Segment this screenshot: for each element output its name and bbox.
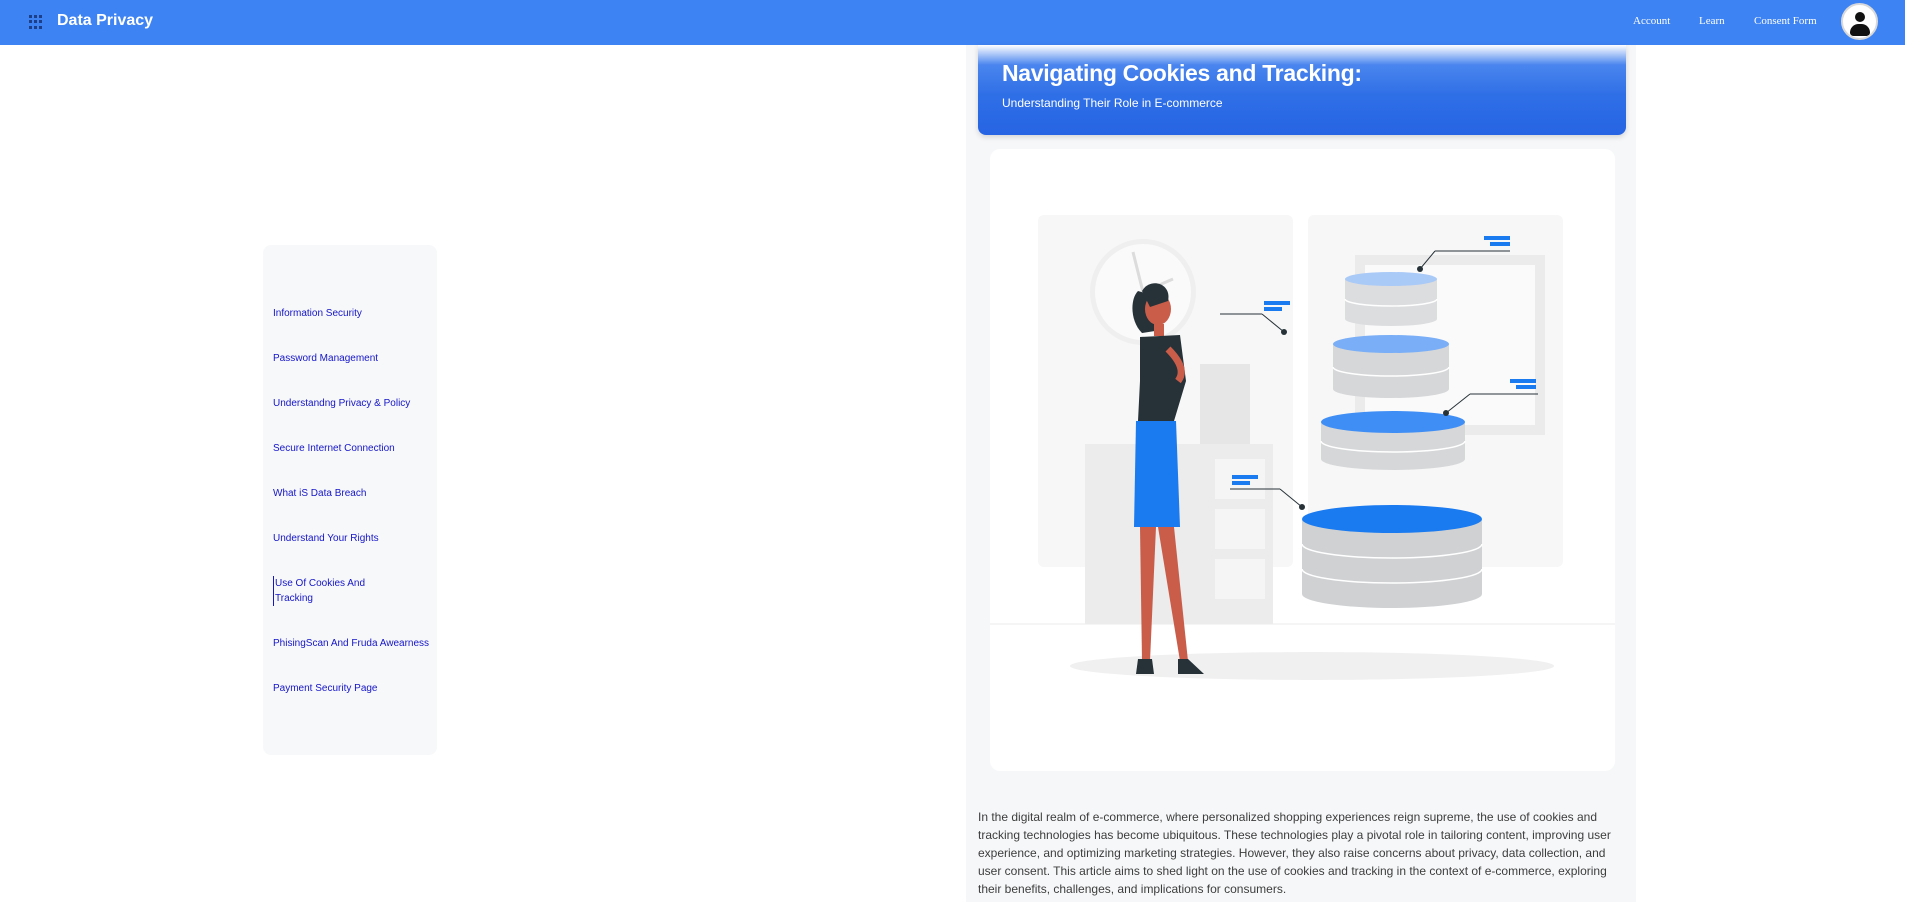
sidebar-item-cookies-tracking[interactable]: Use Of Cookies And Tracking xyxy=(273,576,373,606)
hero-banner xyxy=(978,45,1626,135)
sidebar-item-information-security[interactable]: Information Security xyxy=(273,306,362,321)
page-subtitle: Understanding Their Role in E-commerce xyxy=(1002,96,1223,110)
article-body: In the digital realm of e-commerce, wher… xyxy=(978,810,1611,896)
brand-title[interactable]: Data Privacy xyxy=(57,12,153,30)
sidebar: Information Security Password Management… xyxy=(263,245,437,755)
nav-link-account[interactable]: Account xyxy=(1633,15,1670,27)
apps-grid-icon[interactable] xyxy=(29,15,43,29)
sidebar-item-payment-security[interactable]: Payment Security Page xyxy=(273,681,378,696)
nav-link-consent-form[interactable]: Consent Form xyxy=(1754,15,1817,27)
top-nav: Data Privacy Account Learn Consent Form xyxy=(0,0,1905,45)
sidebar-item-data-breach[interactable]: What iS Data Breach xyxy=(273,486,366,501)
avatar-body-icon xyxy=(1850,24,1870,36)
sidebar-item-your-rights[interactable]: Understand Your Rights xyxy=(273,531,379,546)
sidebar-item-phishing-awareness[interactable]: PhisingScan And Fruda Awearness xyxy=(273,636,429,651)
nav-link-learn[interactable]: Learn xyxy=(1699,15,1725,27)
sidebar-item-privacy-policy[interactable]: Understandng Privacy & Policy xyxy=(273,396,410,411)
avatar-head-icon xyxy=(1855,12,1865,22)
illustration-card xyxy=(990,149,1615,771)
avatar[interactable] xyxy=(1841,3,1878,40)
sidebar-item-secure-connection[interactable]: Secure Internet Connection xyxy=(273,441,395,456)
sidebar-item-password-management[interactable]: Password Management xyxy=(273,351,378,366)
page-title: Navigating Cookies and Tracking: xyxy=(1002,60,1362,86)
cookies-database-illustration xyxy=(990,215,1615,680)
